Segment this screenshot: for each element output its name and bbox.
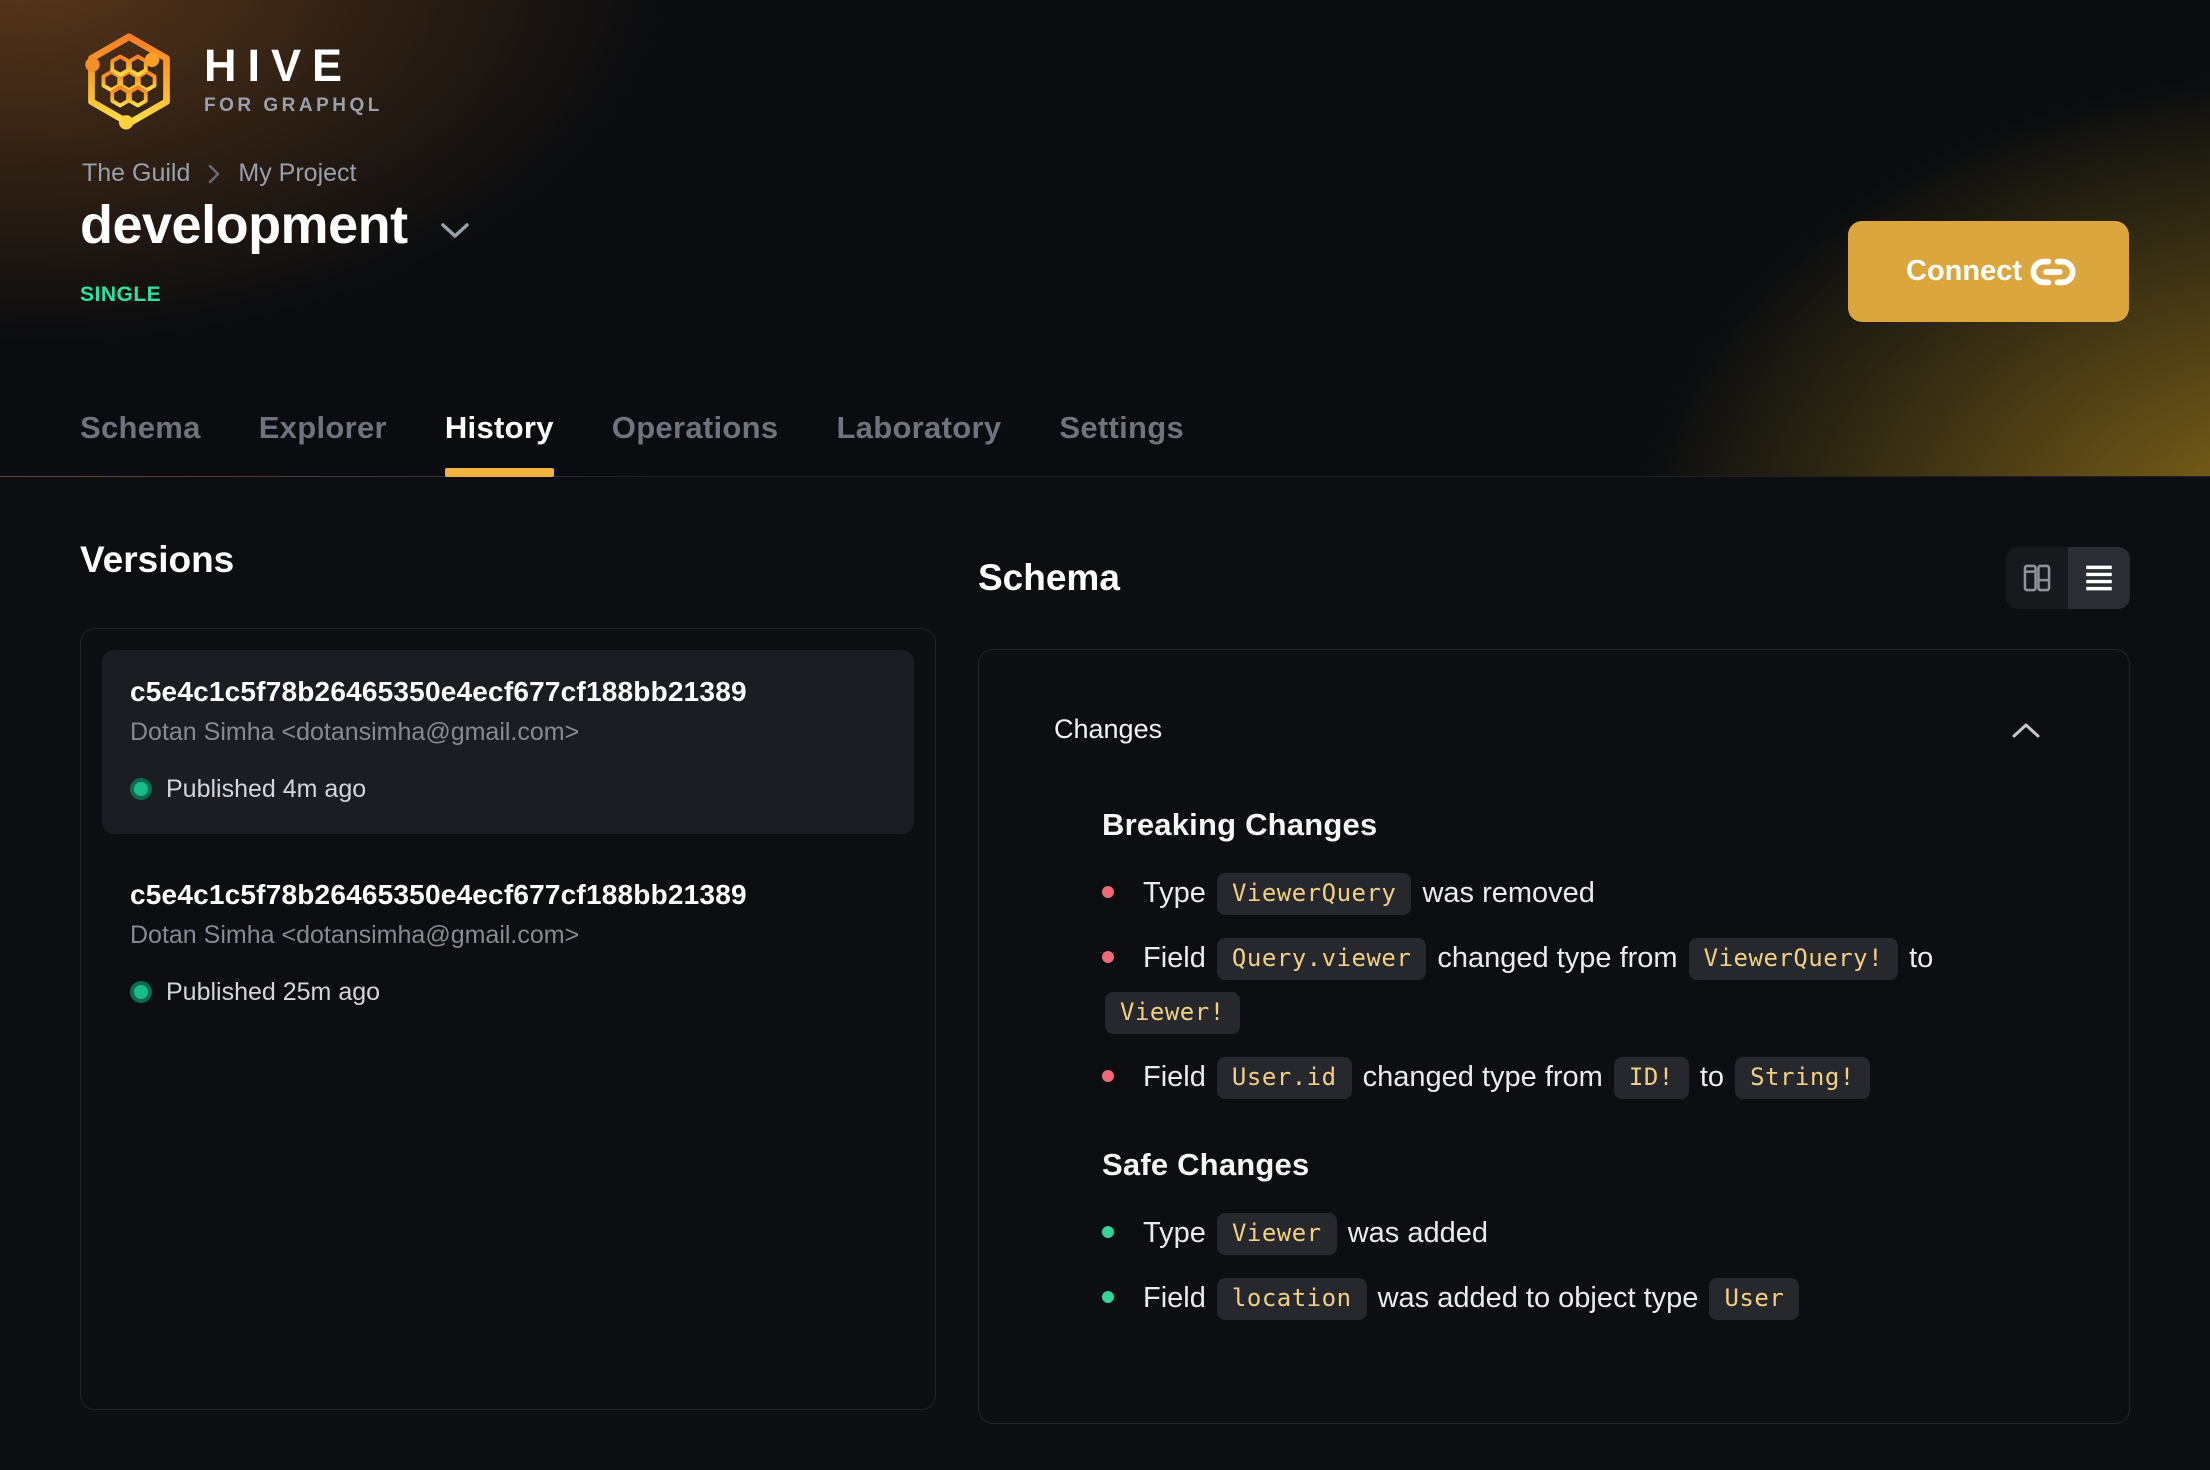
safe-bullet-icon xyxy=(1102,1291,1114,1304)
breadcrumb: The Guild My Project xyxy=(82,159,356,188)
breadcrumb-organization[interactable]: The Guild xyxy=(82,159,190,188)
change-section: Safe Changes Type Viewer was added Field … xyxy=(1102,1147,2041,1326)
change-text: was removed xyxy=(1414,877,1595,909)
connect-label: Connect xyxy=(1906,255,2022,287)
change-text: was added xyxy=(1339,1217,1488,1249)
link-icon xyxy=(2030,258,2076,285)
change-section-title: Breaking Changes xyxy=(1102,807,1378,842)
schema-header-row: Schema xyxy=(978,547,2130,609)
version-status: Published 25m ago xyxy=(166,977,381,1006)
columns-icon xyxy=(2023,564,2051,592)
page-title: development xyxy=(80,195,408,255)
change-item: Type ViewerQuery was removed xyxy=(1102,867,2037,921)
hive-hexagon-icon xyxy=(85,33,170,130)
change-text: changed type from xyxy=(1429,942,1686,974)
change-item: Field Query.viewer changed type from Vie… xyxy=(1102,932,2037,1040)
change-text: Field xyxy=(1143,1061,1214,1093)
breaking-bullet-icon xyxy=(1102,886,1114,899)
version-status-row: Published 25m ago xyxy=(130,978,886,1007)
breaking-bullet-icon xyxy=(1102,1070,1114,1083)
code-badge: ID! xyxy=(1613,1057,1689,1099)
version-status-row: Published 4m ago xyxy=(130,775,886,804)
tab-laboratory[interactable]: Laboratory xyxy=(836,410,1001,476)
code-badge: Query.viewer xyxy=(1216,938,1427,980)
target-title-row: development xyxy=(80,195,470,255)
changes-panel: Changes Breaking Changes Type ViewerQuer… xyxy=(978,649,2130,1424)
breadcrumb-project[interactable]: My Project xyxy=(238,159,356,188)
versions-heading: Versions xyxy=(80,539,235,580)
tab-settings[interactable]: Settings xyxy=(1059,410,1184,476)
change-item: Type Viewer was added xyxy=(1102,1207,2037,1261)
change-item: Field User.id changed type from ID! to S… xyxy=(1102,1051,2037,1105)
brand-text: HIVE FOR GRAPHQL xyxy=(204,43,383,117)
change-section-title: Safe Changes xyxy=(1102,1147,1310,1182)
change-list: Type ViewerQuery was removed Field Query.… xyxy=(1102,867,2037,1105)
tab-operations[interactable]: Operations xyxy=(612,410,779,476)
changes-label: Changes xyxy=(1054,714,1163,744)
chevron-down-icon[interactable] xyxy=(440,222,470,240)
brand-name: HIVE xyxy=(204,40,354,91)
code-badge: User.id xyxy=(1216,1057,1352,1099)
breaking-bullet-icon xyxy=(1102,951,1114,964)
version-hash: c5e4c1c5f78b26465350e4ecf677cf188bb21389 xyxy=(130,675,747,707)
code-badge: ViewerQuery! xyxy=(1688,938,1899,980)
header: HIVE FOR GRAPHQL The Guild My Project de… xyxy=(0,0,2210,477)
connect-button[interactable]: Connect xyxy=(1848,221,2129,322)
hive-app: HIVE FOR GRAPHQL The Guild My Project de… xyxy=(0,0,2210,1470)
change-item: Field location was added to object type … xyxy=(1102,1272,2037,1326)
code-badge: String! xyxy=(1735,1057,1870,1099)
change-text: Field xyxy=(1143,1282,1214,1314)
change-list: Type Viewer was added Field location was … xyxy=(1102,1207,2037,1326)
schema-heading: Schema xyxy=(978,556,1120,598)
versions-column: Versions c5e4c1c5f78b26465350e4ecf677cf1… xyxy=(80,539,936,1424)
tab-explorer[interactable]: Explorer xyxy=(259,410,387,476)
changes-accordion-header[interactable]: Changes xyxy=(1054,714,2041,745)
change-text: Field xyxy=(1143,942,1214,974)
version-author: Dotan Simha <dotansimha@gmail.com> xyxy=(130,717,580,746)
version-card[interactable]: c5e4c1c5f78b26465350e4ecf677cf188bb21389… xyxy=(102,649,914,834)
tab-bar: Schema Explorer History Operations Laborator… xyxy=(80,410,1184,477)
code-badge: ViewerQuery xyxy=(1216,873,1412,915)
published-status-icon xyxy=(130,981,152,1004)
change-text: to xyxy=(1901,942,1934,974)
change-text: Type xyxy=(1143,1217,1214,1249)
change-text: Type xyxy=(1143,877,1214,909)
tab-history[interactable]: History xyxy=(444,410,554,477)
view-toggle xyxy=(2006,547,2130,609)
code-badge: Viewer xyxy=(1216,1213,1337,1255)
code-badge: location xyxy=(1216,1278,1367,1320)
version-hash: c5e4c1c5f78b26465350e4ecf677cf188bb21389 xyxy=(130,878,747,910)
schema-column: Schema Changes Breaking Changes Type Vie… xyxy=(978,539,2130,1424)
columns-view-button[interactable] xyxy=(2006,547,2068,609)
safe-bullet-icon xyxy=(1102,1226,1114,1239)
brand-tagline: FOR GRAPHQL xyxy=(204,95,383,116)
main-content: Versions c5e4c1c5f78b26465350e4ecf677cf1… xyxy=(0,477,2210,1424)
code-badge: User xyxy=(1709,1278,1800,1320)
code-badge: Viewer! xyxy=(1105,992,1240,1034)
changes-body: Breaking Changes Type ViewerQuery was re… xyxy=(1054,807,2041,1326)
version-status: Published 4m ago xyxy=(166,774,367,803)
change-section: Breaking Changes Type ViewerQuery was re… xyxy=(1102,807,2041,1105)
chevron-up-icon[interactable] xyxy=(2011,721,2041,739)
change-text: was added to object type xyxy=(1369,1282,1707,1314)
version-card[interactable]: c5e4c1c5f78b26465350e4ecf677cf188bb21389… xyxy=(102,853,914,1037)
version-author: Dotan Simha <dotansimha@gmail.com> xyxy=(130,920,580,949)
list-icon xyxy=(2086,565,2112,591)
tab-schema[interactable]: Schema xyxy=(80,410,201,476)
published-status-icon xyxy=(130,778,152,801)
target-type-badge: SINGLE xyxy=(80,283,162,306)
change-text: to xyxy=(1691,1061,1733,1093)
change-text: changed type from xyxy=(1354,1061,1611,1093)
list-view-button[interactable] xyxy=(2068,547,2130,609)
chevron-right-icon xyxy=(209,164,220,183)
hive-logo[interactable]: HIVE FOR GRAPHQL xyxy=(80,30,383,130)
versions-panel: c5e4c1c5f78b26465350e4ecf677cf188bb21389… xyxy=(80,627,936,1410)
